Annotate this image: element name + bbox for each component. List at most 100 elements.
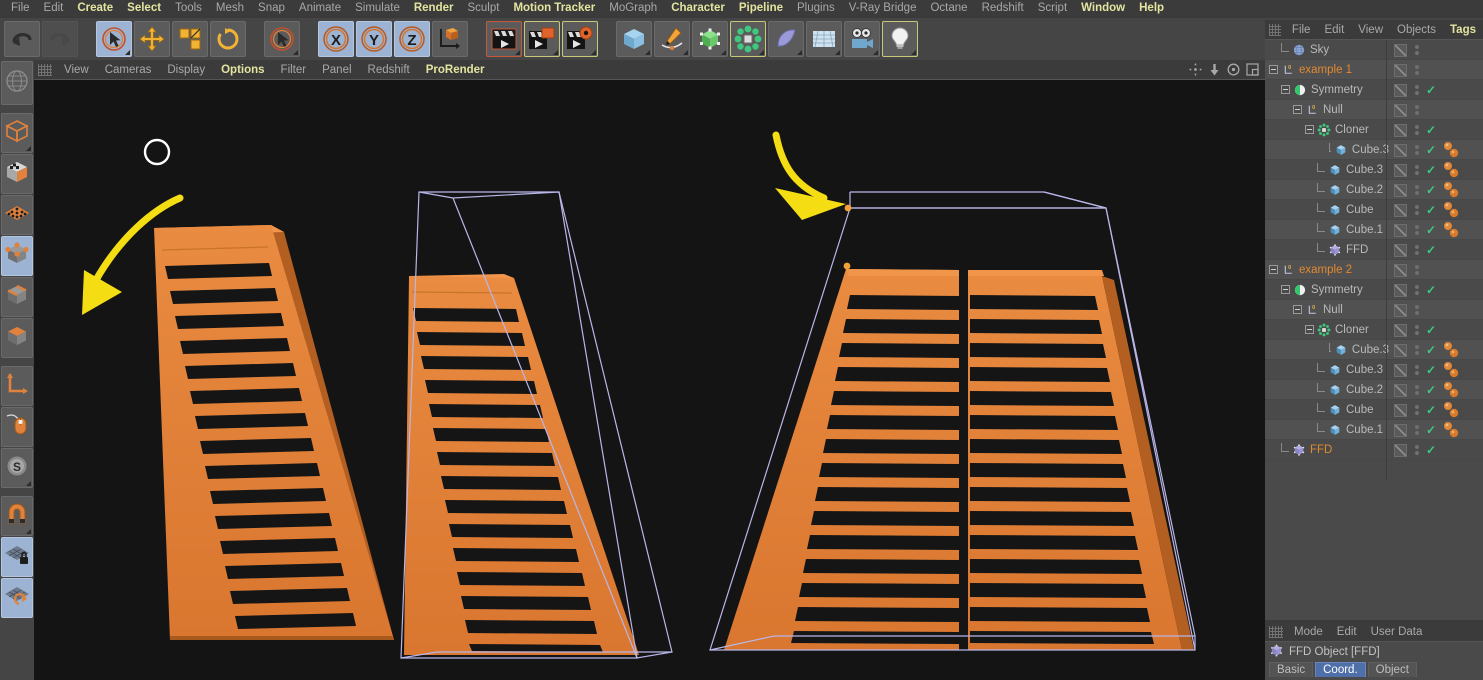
object-manager-menu-file[interactable]: File — [1285, 20, 1318, 40]
tool-options-corner[interactable] — [591, 50, 596, 55]
viewport-menu-redshift[interactable]: Redshift — [360, 60, 418, 80]
visibility-dots-cell[interactable] — [1411, 245, 1423, 255]
tree-expander-icon[interactable] — [1281, 285, 1290, 294]
enabled-check-icon[interactable]: ✓ — [1426, 344, 1436, 356]
object-row-label[interactable]: Cube — [1346, 404, 1374, 416]
perspective-viewport[interactable]: View Cameras Display Options Filter Panel Reds… — [34, 60, 1265, 680]
render-settings-button[interactable] — [562, 21, 598, 57]
visibility-dots-icon[interactable] — [1415, 105, 1419, 115]
layer-swatch-cell[interactable] — [1389, 143, 1411, 157]
viewport-menu-prorender[interactable]: ProRender — [418, 60, 493, 80]
undo-button[interactable] — [4, 21, 40, 57]
object-manager-menu-objects[interactable]: Objects — [1390, 20, 1443, 40]
enable-toggle-cell[interactable]: ✓ — [1423, 164, 1439, 176]
object-row-label[interactable]: Symmetry — [1311, 284, 1363, 296]
visibility-dots-cell[interactable] — [1411, 225, 1423, 235]
tree-expander-icon[interactable] — [1269, 265, 1278, 274]
menu-item-tools[interactable]: Tools — [168, 0, 209, 16]
attribute-tab-object[interactable]: Object — [1367, 662, 1417, 677]
visibility-dots-icon[interactable] — [1415, 445, 1419, 455]
layer-swatch-cell[interactable] — [1389, 323, 1411, 337]
object-row-label[interactable]: Null — [1323, 304, 1343, 316]
layer-color-swatch[interactable] — [1393, 143, 1407, 157]
object-row-label[interactable]: Cube.3 — [1346, 164, 1383, 176]
layer-color-swatch[interactable] — [1393, 283, 1407, 297]
viewport-menu-filter[interactable]: Filter — [273, 60, 315, 80]
layer-swatch-cell[interactable] — [1389, 443, 1411, 457]
visibility-dots-icon[interactable] — [1415, 45, 1419, 55]
material-tag-icon[interactable] — [1441, 161, 1467, 179]
object-row[interactable]: Cube.1 ✓ — [1265, 220, 1483, 240]
selection-mode-button[interactable] — [264, 21, 300, 57]
layer-swatch-cell[interactable] — [1389, 383, 1411, 397]
enable-toggle-cell[interactable]: ✓ — [1423, 364, 1439, 376]
points-mode-button[interactable] — [1, 236, 33, 276]
tool-options-corner[interactable] — [911, 50, 916, 55]
layer-color-swatch[interactable] — [1393, 363, 1407, 377]
menu-item-octane[interactable]: Octane — [923, 0, 974, 16]
layer-swatch-cell[interactable] — [1389, 83, 1411, 97]
menu-item-plugins[interactable]: Plugins — [790, 0, 842, 16]
layer-swatch-cell[interactable] — [1389, 243, 1411, 257]
object-row[interactable]: Cube.2 ✓ — [1265, 180, 1483, 200]
ffd-point-selected-1[interactable] — [844, 204, 852, 212]
layer-swatch-cell[interactable] — [1389, 283, 1411, 297]
object-row-label[interactable]: Null — [1323, 104, 1343, 116]
visibility-dots-cell[interactable] — [1411, 425, 1423, 435]
enable-toggle-cell[interactable]: ✓ — [1423, 184, 1439, 196]
planar-workplane-rotation-button[interactable] — [1, 578, 33, 618]
layer-swatch-cell[interactable] — [1389, 103, 1411, 117]
menu-item-snap[interactable]: Snap — [251, 0, 292, 16]
add-camera-button[interactable] — [844, 21, 880, 57]
visibility-dots-icon[interactable] — [1415, 125, 1419, 135]
layer-color-swatch[interactable] — [1393, 183, 1407, 197]
enable-toggle-cell[interactable]: ✓ — [1423, 404, 1439, 416]
layer-color-swatch[interactable] — [1393, 423, 1407, 437]
visibility-dots-icon[interactable] — [1415, 285, 1419, 295]
object-tags-cell[interactable] — [1439, 361, 1483, 379]
visibility-dots-cell[interactable] — [1411, 125, 1423, 135]
object-row[interactable]: Cube.3 ✓ — [1265, 340, 1483, 360]
move-tool-button[interactable] — [134, 21, 170, 57]
point-grid-mode-button[interactable] — [1, 195, 33, 235]
layer-swatch-cell[interactable] — [1389, 403, 1411, 417]
enable-toggle-cell[interactable]: ✓ — [1423, 204, 1439, 216]
layer-swatch-cell[interactable] — [1389, 63, 1411, 77]
visibility-dots-icon[interactable] — [1415, 225, 1419, 235]
menu-item-simulate[interactable]: Simulate — [348, 0, 407, 16]
viewport-menu-options[interactable]: Options — [213, 60, 272, 80]
visibility-dots-cell[interactable] — [1411, 285, 1423, 295]
lock-workplane-button[interactable] — [1, 537, 33, 577]
visibility-dots-icon[interactable] — [1415, 165, 1419, 175]
layer-color-swatch[interactable] — [1393, 303, 1407, 317]
layer-swatch-cell[interactable] — [1389, 223, 1411, 237]
tool-options-corner[interactable] — [645, 50, 650, 55]
layer-swatch-cell[interactable] — [1389, 163, 1411, 177]
tool-options-corner[interactable] — [293, 50, 298, 55]
enabled-check-icon[interactable]: ✓ — [1426, 144, 1436, 156]
menu-item-help[interactable]: Help — [1132, 0, 1171, 16]
object-row[interactable]: 0 Null — [1265, 100, 1483, 120]
menu-item-script[interactable]: Script — [1031, 0, 1074, 16]
tool-options-corner[interactable] — [125, 50, 130, 55]
tree-expander-icon[interactable] — [1305, 325, 1314, 334]
tool-options-corner[interactable] — [759, 50, 764, 55]
tool-options-corner[interactable] — [873, 50, 878, 55]
visibility-dots-icon[interactable] — [1415, 385, 1419, 395]
layer-swatch-cell[interactable] — [1389, 363, 1411, 377]
add-cube-button[interactable] — [616, 21, 652, 57]
object-tags-cell[interactable] — [1439, 381, 1483, 399]
layer-swatch-cell[interactable] — [1389, 203, 1411, 217]
tool-options-corner[interactable] — [553, 50, 558, 55]
tool-options-corner[interactable] — [683, 50, 688, 55]
enabled-check-icon[interactable]: ✓ — [1426, 364, 1436, 376]
material-tag-icon[interactable] — [1441, 361, 1467, 379]
enable-toggle-cell[interactable]: ✓ — [1423, 84, 1439, 96]
enabled-check-icon[interactable]: ✓ — [1426, 404, 1436, 416]
visibility-dots-icon[interactable] — [1415, 185, 1419, 195]
visibility-dots-cell[interactable] — [1411, 165, 1423, 175]
object-row[interactable]: Symmetry ✓ — [1265, 80, 1483, 100]
visibility-dots-icon[interactable] — [1415, 345, 1419, 355]
add-environment-button[interactable] — [806, 21, 842, 57]
object-row[interactable]: 0 example 2 — [1265, 260, 1483, 280]
